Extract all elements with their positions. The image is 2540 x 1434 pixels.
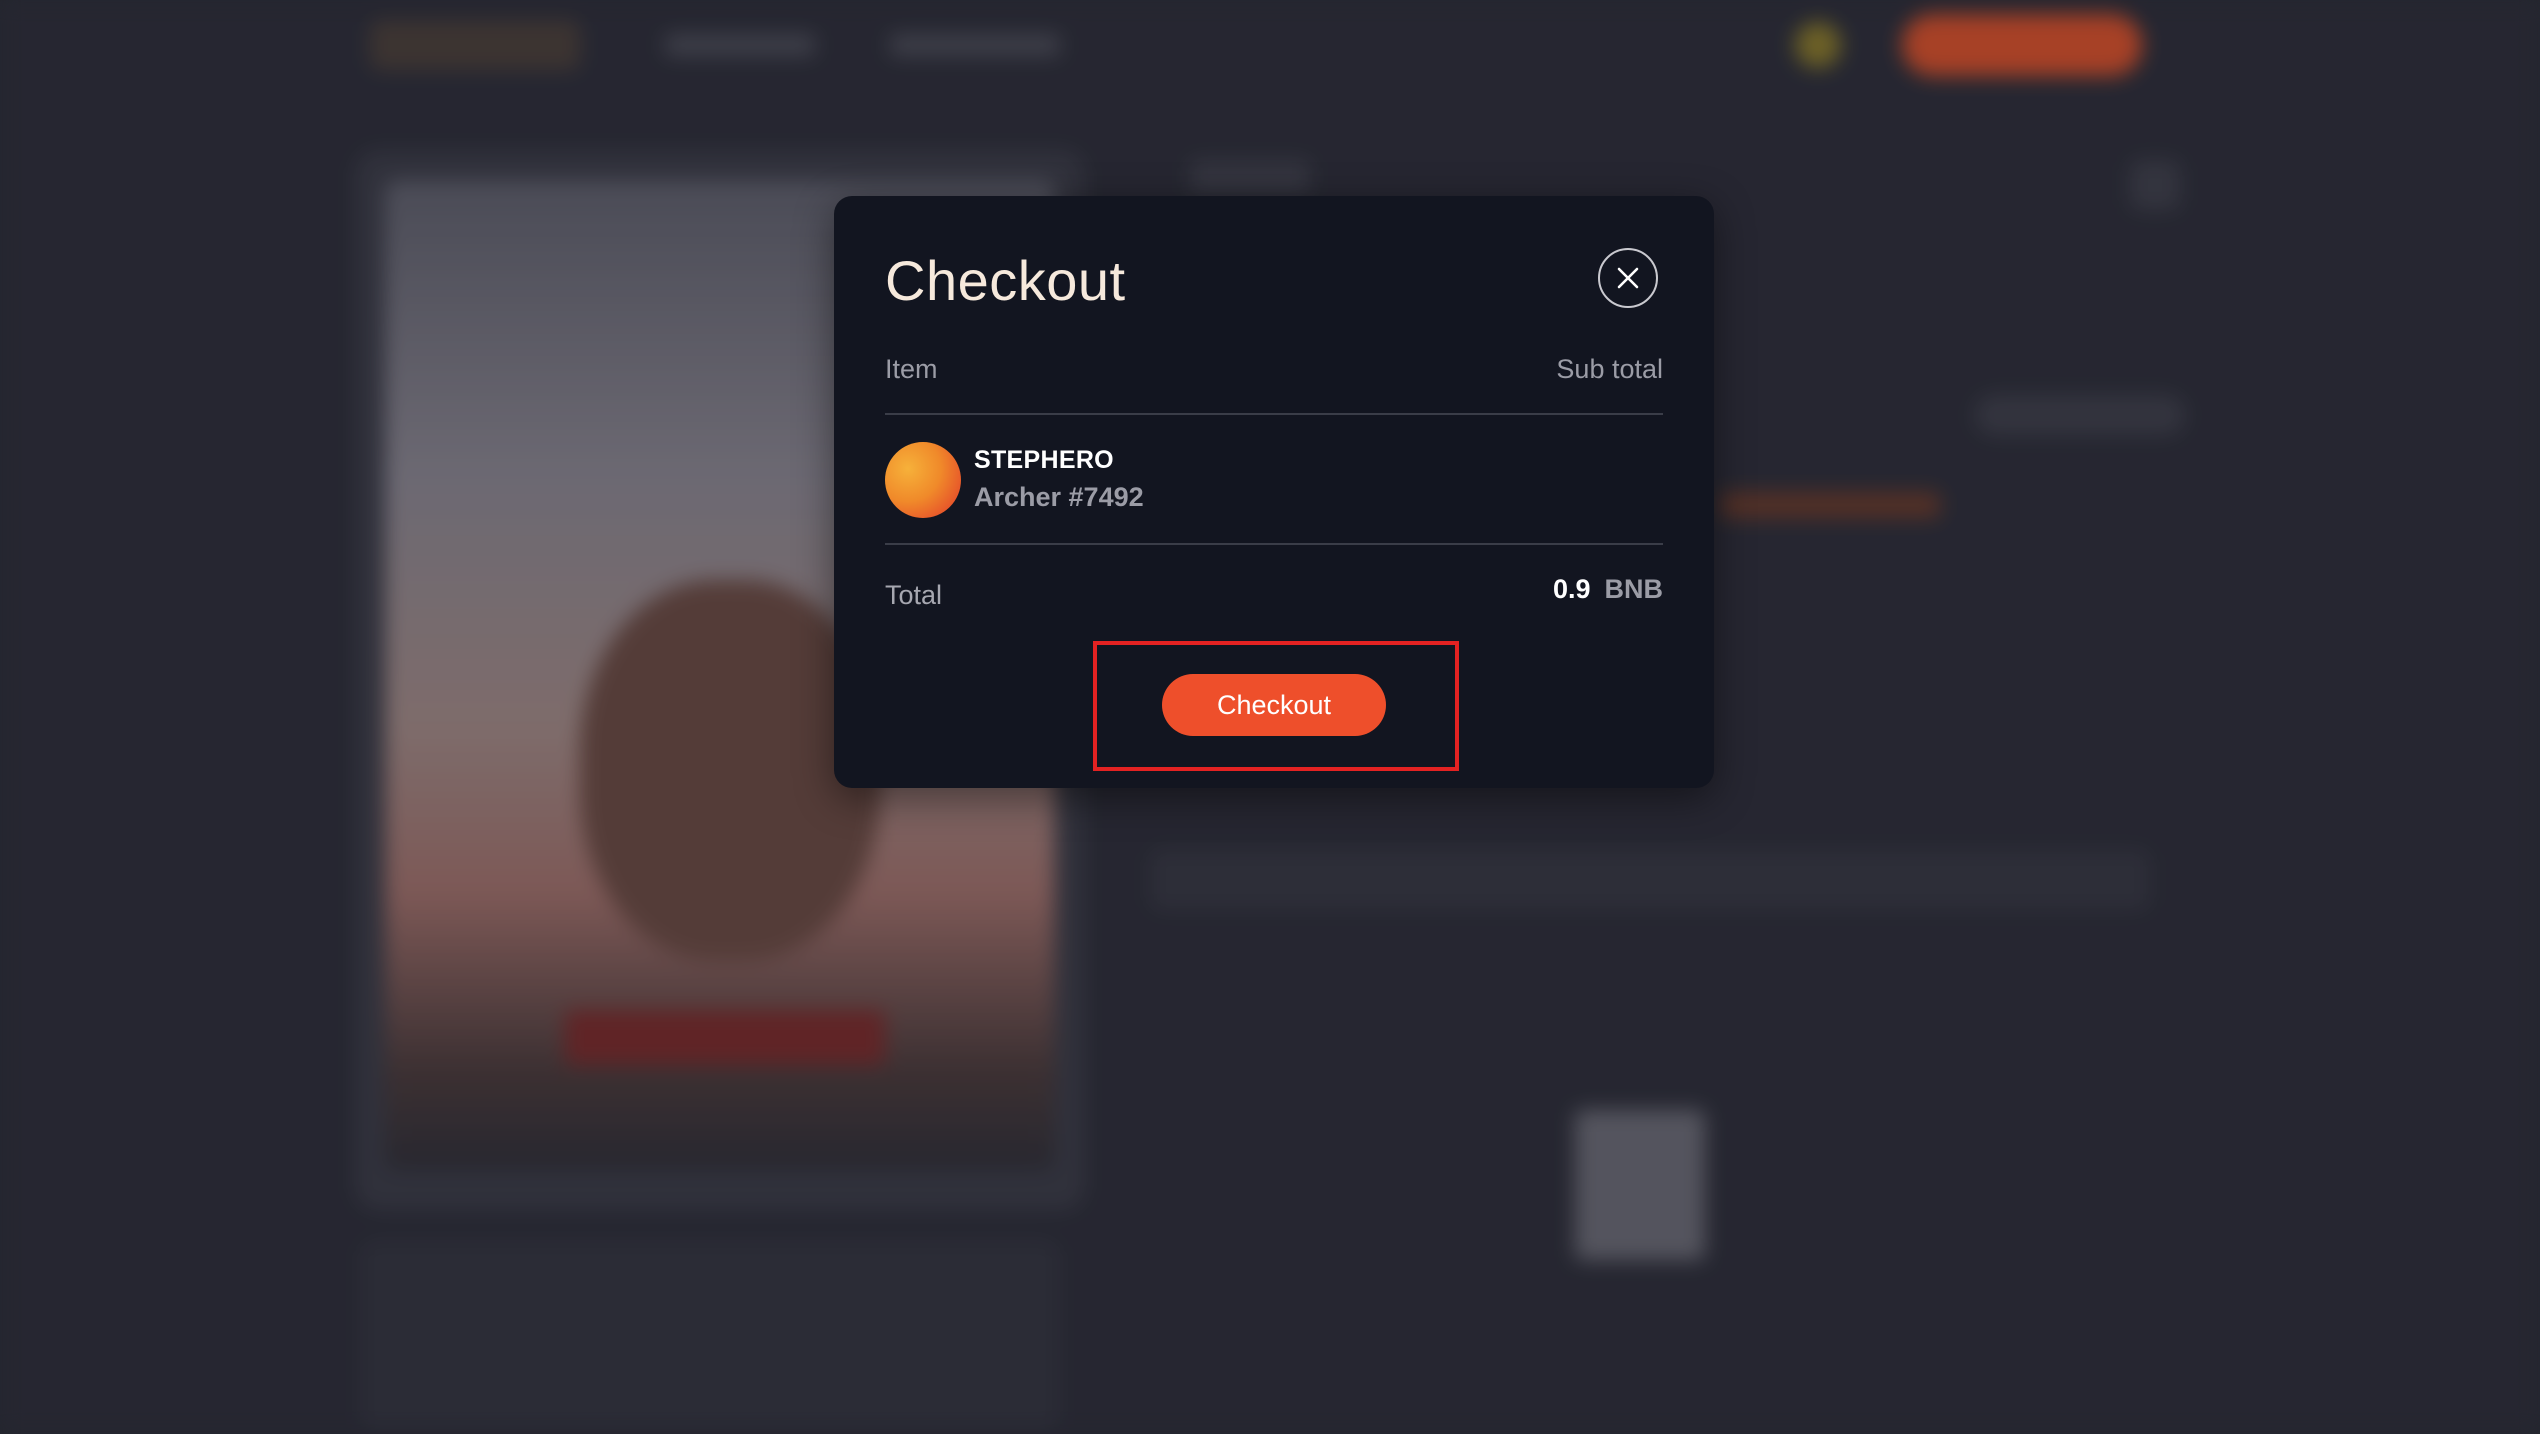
checkout-button[interactable]: Checkout [1162, 674, 1386, 736]
column-header-subtotal: Sub total [1556, 354, 1663, 384]
total-currency: BNB [1604, 574, 1664, 604]
total-value: 0.9 BNB [1553, 574, 1663, 605]
total-label: Total [885, 580, 943, 610]
close-button[interactable] [1598, 248, 1658, 308]
checkout-modal: Checkout Item Sub total STEPHERO Archer … [834, 196, 1714, 788]
divider [885, 413, 1663, 415]
item-name: Archer #7492 [974, 482, 1144, 512]
close-icon [1617, 267, 1639, 289]
column-header-item: Item [885, 354, 938, 384]
collection-avatar [885, 442, 961, 518]
total-amount: 0.9 [1552, 574, 1591, 604]
modal-title: Checkout [885, 249, 1126, 312]
divider [885, 543, 1663, 545]
item-collection-name: STEPHERO [974, 446, 1114, 474]
